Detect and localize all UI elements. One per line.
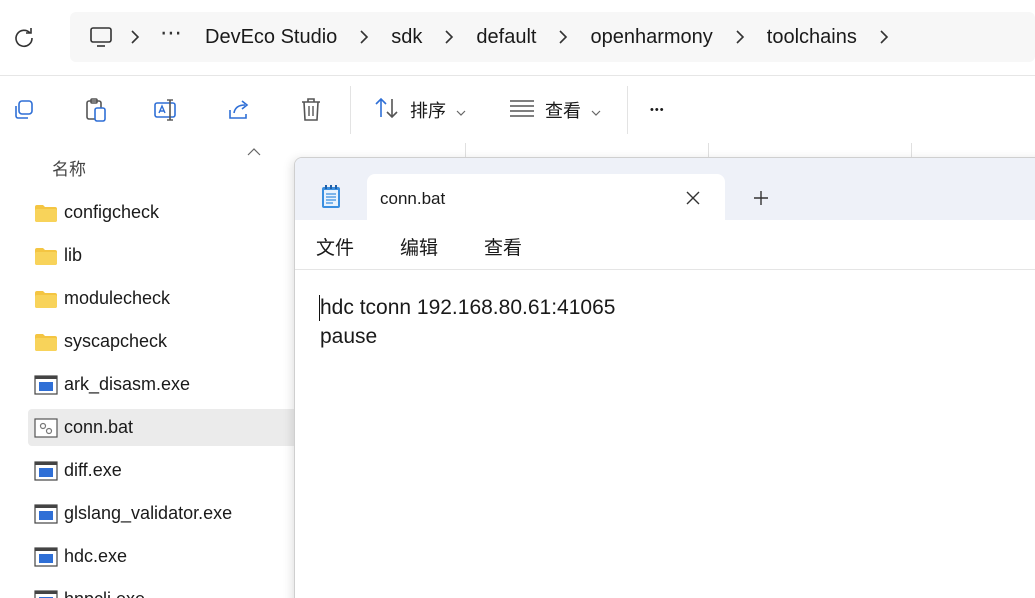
refresh-icon[interactable] (10, 24, 38, 52)
folder-icon (34, 289, 58, 309)
sort-button[interactable]: 排序 (374, 96, 466, 124)
executable-icon (34, 460, 58, 481)
notepad-menu-bar: 文件 编辑 查看 (295, 220, 1035, 270)
editor-line-1: hdc tconn 192.168.80.61:41065 (320, 296, 616, 319)
chevron-down-icon (591, 100, 601, 121)
notepad-window: conn.bat 文件 编辑 查看 hdc tconn 192.168.80.6… (294, 157, 1035, 598)
list-item-hnpcli-exe[interactable]: hnpcli.exe (28, 581, 300, 598)
list-item-glslang-validator-exe[interactable]: glslang_validator.exe (28, 495, 300, 532)
text-editor[interactable]: hdc tconn 192.168.80.61:41065 pause (295, 270, 1035, 598)
file-name: syscapcheck (64, 331, 168, 351)
paste-icon[interactable] (82, 96, 110, 124)
delete-icon[interactable] (297, 96, 325, 124)
toolbar-divider (350, 86, 351, 134)
notepad-app-icon (319, 184, 343, 210)
chevron-right-icon[interactable] (359, 30, 369, 44)
executable-icon (34, 589, 58, 598)
screen: ⋯ DevEco Studio sdk default openharmony … (0, 0, 1035, 598)
file-name: glslang_validator.exe (64, 503, 233, 523)
list-item-configcheck[interactable]: configcheck (28, 194, 300, 231)
close-tab-icon[interactable] (681, 186, 705, 210)
notepad-title-bar[interactable]: conn.bat (295, 158, 1035, 220)
list-item-hdc-exe[interactable]: hdc.exe (28, 538, 300, 575)
batch-file-icon (34, 417, 58, 438)
breadcrumb-openharmony[interactable]: openharmony (582, 26, 720, 49)
list-item-conn-bat[interactable]: conn.bat (28, 409, 300, 446)
breadcrumb-default[interactable]: default (468, 26, 544, 49)
menu-file[interactable]: 文件 (316, 233, 354, 260)
chevron-right-icon[interactable] (735, 30, 745, 44)
executable-icon (34, 546, 58, 567)
column-header-name[interactable]: 名称 (52, 155, 86, 180)
breadcrumb-deveco-studio[interactable]: DevEco Studio (197, 26, 345, 49)
list-item-lib[interactable]: lib (28, 237, 300, 274)
file-name: conn.bat (64, 417, 134, 437)
file-name: modulecheck (64, 288, 171, 308)
new-tab-icon[interactable] (749, 186, 773, 210)
sort-ascending-icon (247, 143, 261, 161)
this-pc-icon[interactable] (86, 22, 116, 52)
breadcrumb-sdk[interactable]: sdk (383, 26, 430, 49)
copy-icon[interactable] (10, 96, 38, 124)
view-button[interactable]: 查看 (509, 96, 601, 124)
file-name: lib (64, 245, 83, 265)
command-bar: 排序 查看 ••• (0, 75, 1035, 143)
file-name: configcheck (64, 202, 160, 222)
menu-edit[interactable]: 编辑 (400, 233, 438, 260)
more-options-button[interactable]: ••• (650, 96, 665, 124)
view-label: 查看 (545, 101, 581, 121)
hidden-crumbs-button[interactable]: ⋯ (160, 22, 183, 52)
list-item-ark-disasm-exe[interactable]: ark_disasm.exe (28, 366, 300, 403)
list-item-syscapcheck[interactable]: syscapcheck (28, 323, 300, 360)
chevron-down-icon (456, 100, 466, 121)
toolbar-divider (627, 86, 628, 134)
share-icon[interactable] (225, 96, 253, 124)
list-item-diff-exe[interactable]: diff.exe (28, 452, 300, 489)
executable-icon (34, 374, 58, 395)
file-name: diff.exe (64, 460, 122, 480)
tab-conn-bat[interactable]: conn.bat (367, 174, 725, 220)
editor-line-2: pause (320, 325, 378, 348)
chevron-right-icon[interactable] (879, 30, 889, 44)
file-list: 名称 configcheck lib modulecheck syscapche… (0, 143, 300, 598)
file-name: hdc.exe (64, 546, 128, 566)
file-name: ark_disasm.exe (64, 374, 191, 394)
chevron-right-icon[interactable] (558, 30, 568, 44)
menu-view[interactable]: 查看 (484, 233, 522, 260)
sort-label: 排序 (410, 101, 446, 121)
breadcrumb[interactable]: ⋯ DevEco Studio sdk default openharmony … (70, 12, 1035, 62)
tab-title: conn.bat (380, 189, 446, 208)
sort-icon (374, 97, 400, 124)
file-name: hnpcli.exe (64, 589, 145, 598)
executable-icon (34, 503, 58, 524)
folder-icon (34, 332, 58, 352)
chevron-right-icon[interactable] (444, 30, 454, 44)
list-item-modulecheck[interactable]: modulecheck (28, 280, 300, 317)
breadcrumb-toolchains[interactable]: toolchains (759, 26, 865, 49)
rename-icon[interactable] (153, 96, 181, 124)
chevron-right-icon[interactable] (130, 30, 140, 44)
address-row: ⋯ DevEco Studio sdk default openharmony … (0, 0, 1035, 75)
folder-icon (34, 203, 58, 223)
folder-icon (34, 246, 58, 266)
view-list-icon (509, 99, 535, 122)
